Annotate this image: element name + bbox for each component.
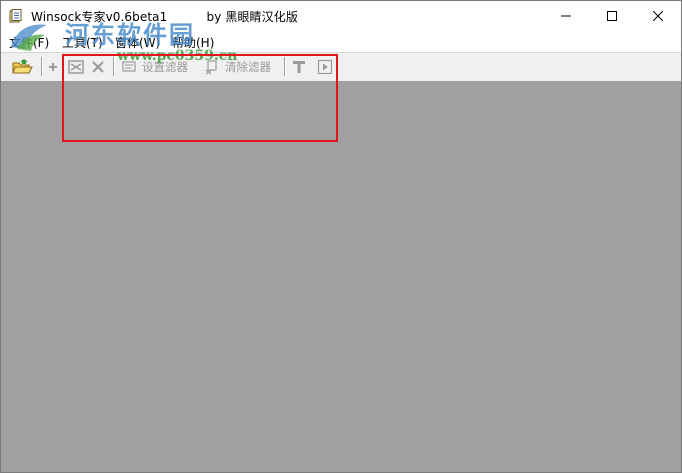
toolbar-separator <box>41 57 43 76</box>
minimize-button[interactable] <box>543 1 589 31</box>
open-folder-icon <box>12 58 33 73</box>
open-button[interactable] <box>11 56 37 77</box>
maximize-button[interactable] <box>589 1 635 31</box>
close-button[interactable] <box>635 1 681 31</box>
close-icon <box>653 11 663 21</box>
add-icon <box>49 62 57 71</box>
watermark-logo-icon <box>11 24 47 51</box>
app-window: Winsock专家v0.6beta1 by 黑眼睛汉化版 文件(F) 工具(T)… <box>0 0 682 473</box>
watermark-title: 河东软件园 <box>65 20 195 49</box>
maximize-icon <box>607 11 617 21</box>
highlight-annotation-box <box>62 54 338 142</box>
minimize-icon <box>561 15 571 17</box>
